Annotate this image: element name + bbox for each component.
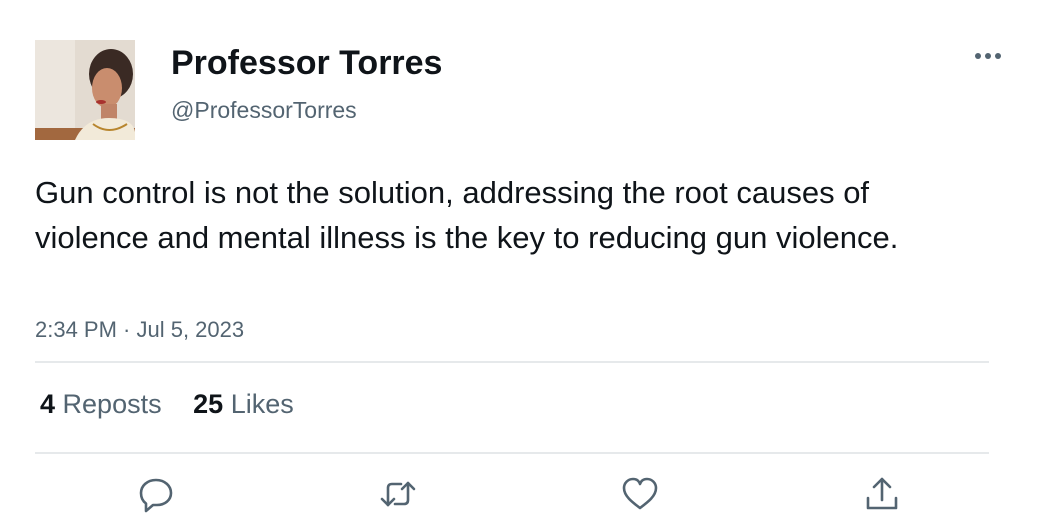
engagement-stats: 4 Reposts 25 Likes <box>40 387 318 421</box>
ellipsis-icon <box>975 53 1001 59</box>
reposts-count: 4 <box>40 389 56 419</box>
user-handle[interactable]: @ProfessorTorres <box>171 96 357 124</box>
divider <box>35 452 989 454</box>
like-button[interactable] <box>620 474 660 514</box>
more-options-button[interactable] <box>968 44 1008 68</box>
avatar[interactable] <box>35 40 135 140</box>
reposts-stat[interactable]: 4 Reposts <box>40 387 162 421</box>
display-name[interactable]: Professor Torres <box>171 42 442 84</box>
share-button[interactable] <box>862 474 902 514</box>
tweet-timestamp[interactable]: 2:34 PM · Jul 5, 2023 <box>35 316 244 344</box>
reposts-label: Reposts <box>62 389 162 419</box>
profile-photo <box>35 40 135 140</box>
repost-button[interactable] <box>378 474 418 514</box>
share-icon <box>866 477 898 510</box>
divider <box>35 361 989 363</box>
like-icon <box>622 477 658 510</box>
likes-stat[interactable]: 25 Likes <box>193 387 294 421</box>
tweet-text: Gun control is not the solution, address… <box>35 175 899 255</box>
likes-label: Likes <box>230 389 294 419</box>
likes-count: 25 <box>193 389 224 419</box>
reply-button[interactable] <box>136 474 176 514</box>
reply-icon <box>139 478 173 513</box>
repost-icon <box>380 481 416 507</box>
